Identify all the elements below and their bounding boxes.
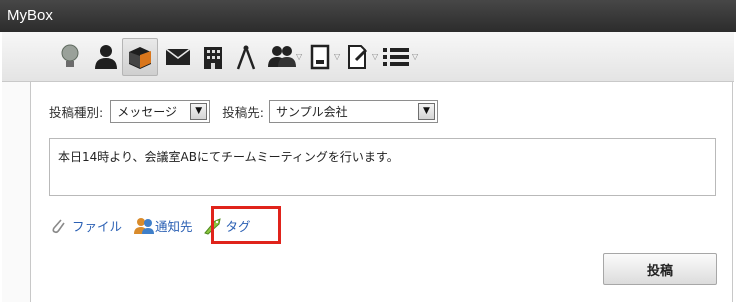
- lightbulb-icon[interactable]: [52, 38, 88, 76]
- building-icon[interactable]: [195, 38, 231, 76]
- group-icon[interactable]: [264, 38, 300, 76]
- document-icon[interactable]: [302, 38, 338, 76]
- compass-icon[interactable]: [228, 38, 264, 76]
- toolbar: ▽ ▽ ▽ ▽: [2, 32, 734, 82]
- notify-link[interactable]: 通知先: [134, 216, 193, 235]
- post-to-value: サンプル会社: [275, 104, 348, 119]
- file-link-label: ファイル: [72, 219, 123, 234]
- edit-document-icon[interactable]: [340, 38, 376, 76]
- post-options-row: 投稿種別: メッセージ ▼ 投稿先: サンプル会社 ▼: [49, 98, 438, 124]
- chevron-down-icon[interactable]: ▼: [190, 102, 208, 120]
- left-margin: [2, 82, 30, 302]
- paperclip-icon: [52, 218, 65, 233]
- mail-icon[interactable]: [160, 38, 196, 76]
- tag-highlight-box: [211, 206, 281, 244]
- box-icon[interactable]: [122, 38, 158, 76]
- notify-users-icon: [134, 217, 155, 234]
- post-to-select[interactable]: サンプル会社 ▼: [268, 99, 438, 123]
- post-type-select[interactable]: メッセージ ▼: [110, 99, 211, 123]
- post-type-value: メッセージ: [117, 104, 177, 119]
- list-dropdown-arrow[interactable]: ▽: [412, 52, 418, 61]
- post-button[interactable]: 投稿: [603, 253, 717, 285]
- notify-link-label: 通知先: [155, 219, 193, 234]
- message-input[interactable]: 本日14時より、会議室ABにてチームミーティングを行います。: [49, 138, 716, 196]
- post-to-label: 投稿先:: [222, 104, 264, 120]
- file-link[interactable]: ファイル: [49, 216, 122, 235]
- list-icon[interactable]: [378, 38, 414, 76]
- chevron-down-icon[interactable]: ▼: [417, 102, 435, 120]
- window-title: MyBox: [0, 0, 736, 32]
- post-type-label: 投稿種別:: [49, 104, 104, 120]
- person-icon[interactable]: [88, 38, 124, 76]
